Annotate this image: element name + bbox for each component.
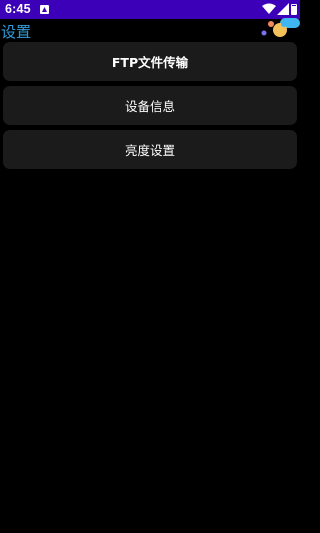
battery-icon <box>291 4 297 15</box>
settings-menu: FTP文件传输 设备信息 亮度设置 <box>3 42 297 174</box>
menu-item-device-info[interactable]: 设备信息 <box>3 86 297 125</box>
menu-item-ftp-transfer[interactable]: FTP文件传输 <box>3 42 297 81</box>
status-time: 6:45 <box>5 2 31 16</box>
decorative-bubbles-icon <box>261 18 300 37</box>
page-title: 设置 <box>1 23 32 41</box>
signal-icon <box>277 3 289 15</box>
wifi-icon <box>262 3 276 14</box>
status-bar: 6:45 <box>0 0 300 19</box>
notification-icon <box>40 5 49 14</box>
menu-item-brightness[interactable]: 亮度设置 <box>3 130 297 169</box>
